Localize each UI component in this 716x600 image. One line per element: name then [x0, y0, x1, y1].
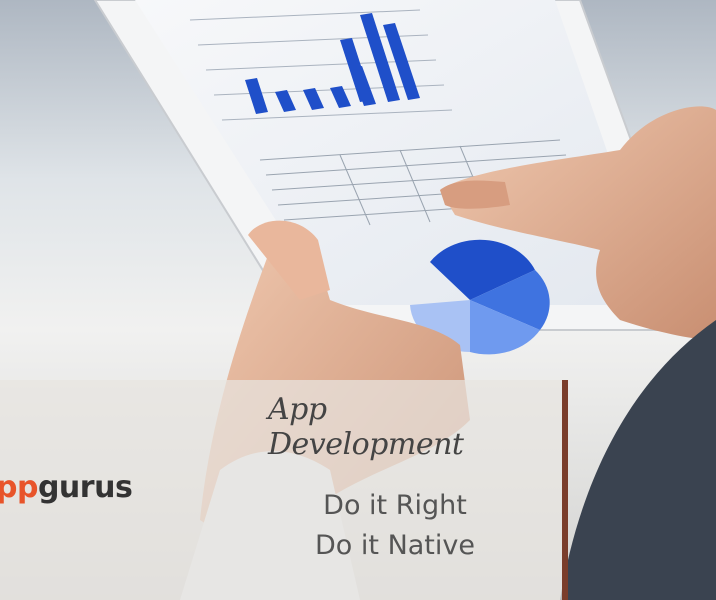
accent-bar [562, 380, 568, 600]
logo-suffix: gurus [37, 470, 133, 505]
brand-logo[interactable]: ppgurus [0, 470, 133, 505]
banner: App Development ppgurus Do it Right Do i… [0, 0, 716, 600]
tagline-line-2: Do it Native [315, 530, 475, 561]
logo-prefix: pp [0, 470, 38, 505]
tagline-line-1: Do it Right [323, 490, 467, 521]
headline: App Development [268, 392, 464, 462]
